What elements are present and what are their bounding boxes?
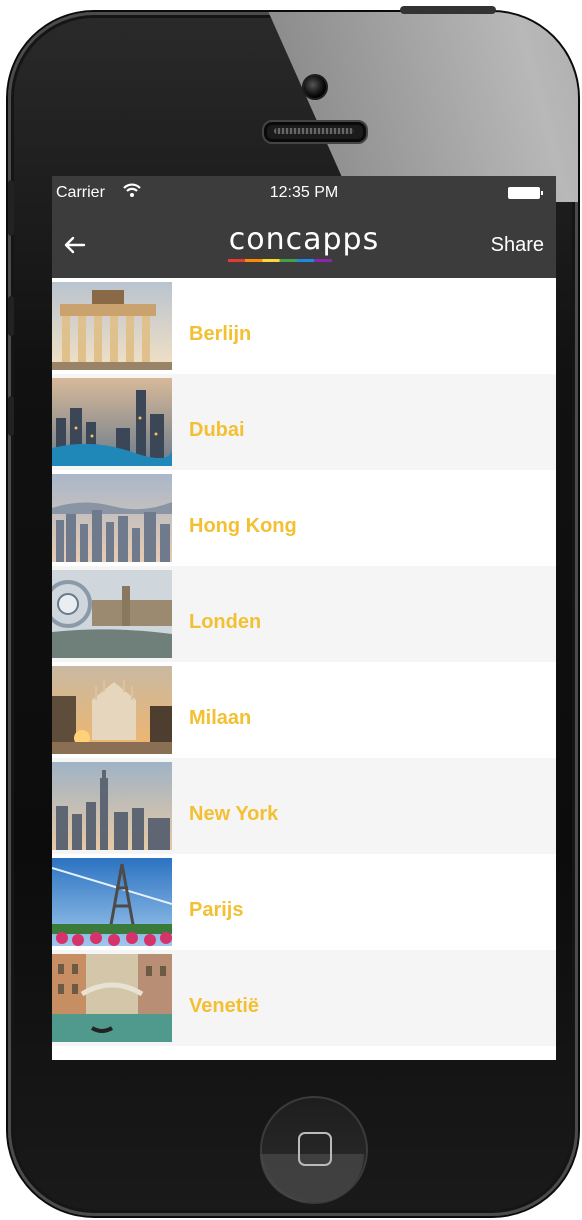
venice-thumbnail xyxy=(52,954,172,1042)
phone-glare xyxy=(264,12,578,202)
list-item[interactable]: New York xyxy=(52,758,556,854)
power-button[interactable] xyxy=(400,6,496,14)
back-arrow-icon[interactable] xyxy=(62,232,88,258)
milan-thumbnail xyxy=(52,666,172,754)
list-item[interactable]: Milaan xyxy=(52,662,556,758)
new-york-thumbnail xyxy=(52,762,172,850)
list-item[interactable]: Venetië xyxy=(52,950,556,1046)
home-square-icon xyxy=(298,1132,332,1166)
logo-underline xyxy=(228,259,314,262)
speaker-grille xyxy=(262,120,368,144)
city-name: Venetië xyxy=(189,995,260,1017)
city-name: New York xyxy=(189,803,279,825)
city-name: Hong Kong xyxy=(189,515,297,537)
list-item[interactable]: Parijs xyxy=(52,854,556,950)
app-screen: Carrier 12:35 PM concapps Share Berlijn … xyxy=(52,176,556,1060)
dubai-thumbnail xyxy=(52,378,172,466)
hong-kong-thumbnail xyxy=(52,474,172,562)
city-list: Berlijn Dubai Hong Kong Londen Milaan Ne… xyxy=(52,278,556,1046)
battery-icon xyxy=(508,187,543,199)
status-bar: Carrier 12:35 PM xyxy=(52,176,556,210)
nav-bar: concapps Share xyxy=(52,210,556,278)
volume-up-button[interactable] xyxy=(8,296,14,336)
berlin-thumbnail xyxy=(52,282,172,370)
city-name: Parijs xyxy=(189,899,244,921)
city-name: Milaan xyxy=(189,707,252,729)
paris-thumbnail xyxy=(52,858,172,946)
city-name: Berlijn xyxy=(189,323,252,345)
volume-down-button[interactable] xyxy=(8,396,14,436)
city-name: Dubai xyxy=(189,419,245,441)
home-button[interactable] xyxy=(260,1096,368,1204)
share-button[interactable]: Share xyxy=(491,234,544,257)
list-item[interactable]: Berlijn xyxy=(52,278,556,374)
app-logo: concapps xyxy=(224,222,384,262)
london-thumbnail xyxy=(52,570,172,658)
logo-text: concapps xyxy=(228,222,380,257)
list-item[interactable]: Londen xyxy=(52,566,556,662)
list-item[interactable]: Dubai xyxy=(52,374,556,470)
mute-switch[interactable] xyxy=(8,180,14,236)
status-time: 12:35 PM xyxy=(269,184,339,201)
city-name: Londen xyxy=(189,611,262,633)
list-item[interactable]: Hong Kong xyxy=(52,470,556,566)
front-camera-icon xyxy=(302,74,328,100)
